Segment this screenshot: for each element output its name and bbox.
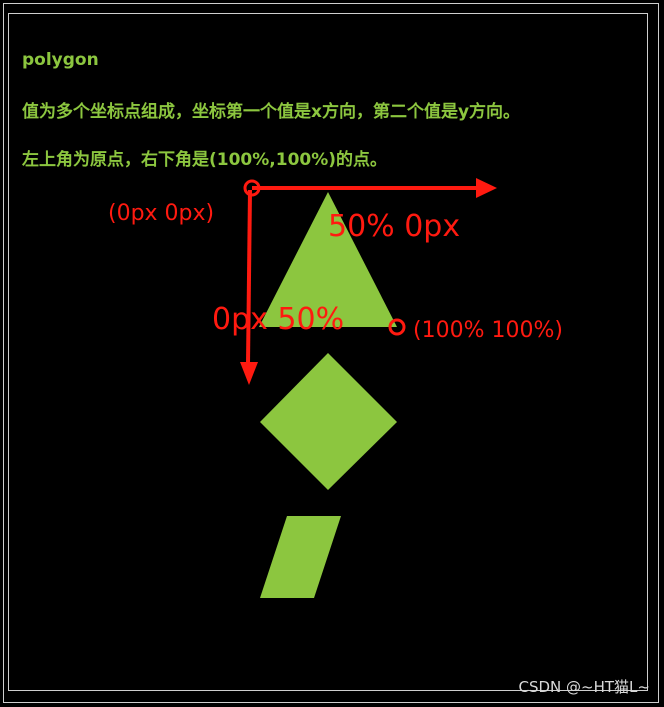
y-axis-arrowhead [240,362,258,385]
parallelogram-shape [260,516,341,598]
bottom-right-label: (100% 100%) [413,318,563,343]
origin-label: (0px 0px) [108,201,215,226]
polygon-diagram [240,178,497,598]
left-point-label: 0px 50% [212,302,345,337]
y-axis-arrow-line [246,189,252,365]
diamond-shape [260,353,397,490]
watermark: CSDN @~HT猫L~ [518,678,650,696]
x-axis-arrowhead [476,178,497,198]
top-point-label: 50% 0px [328,209,461,244]
